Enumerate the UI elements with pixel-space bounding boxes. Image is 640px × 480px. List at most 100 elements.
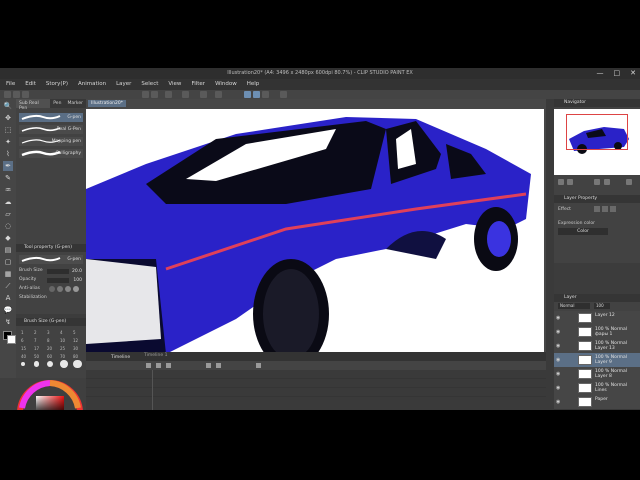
brush-size-option[interactable]: 12 <box>73 338 78 343</box>
rotate-icon[interactable] <box>604 179 610 185</box>
airbrush-icon[interactable]: ☁ <box>3 197 13 207</box>
pencil-tool-icon[interactable]: ✎ <box>3 173 13 183</box>
close-button[interactable]: ✕ <box>630 69 636 77</box>
brush-size-option[interactable]: 20 <box>47 346 52 351</box>
clear-icon[interactable] <box>165 91 172 98</box>
canvas-area[interactable]: Illustration20* <box>86 99 546 352</box>
fit-view-icon[interactable] <box>594 179 600 185</box>
brush-size-option[interactable]: 50 <box>34 354 39 359</box>
brush-size-option[interactable]: 3 <box>47 330 50 335</box>
zoom-in-icon[interactable] <box>567 179 573 185</box>
brush-real-g-pen[interactable]: Real G-Pen <box>19 125 83 134</box>
aa-medium-icon[interactable] <box>65 286 71 292</box>
snap-grid-icon[interactable] <box>253 91 260 98</box>
minimize-button[interactable]: — <box>597 69 604 77</box>
eyedropper-icon[interactable]: ⌇ <box>3 149 13 159</box>
redo-icon[interactable] <box>151 91 158 98</box>
onion-skin-icon[interactable] <box>256 363 261 368</box>
brush-size-option[interactable]: 17 <box>34 346 39 351</box>
menu-story[interactable]: Story(P) <box>46 79 68 90</box>
expression-color-select[interactable]: Color <box>558 228 608 235</box>
brush-size-option[interactable]: 1 <box>21 330 24 335</box>
layer-row[interactable]: ◉ Layer 12 <box>554 311 640 326</box>
eye-icon[interactable]: ◉ <box>556 357 562 363</box>
layer-row[interactable]: ◉ Paper <box>554 395 640 410</box>
layer-row[interactable]: ◉ 100 % Normal фары 1 <box>554 325 640 340</box>
snap-ruler-icon[interactable] <box>244 91 251 98</box>
zoom-tool-icon[interactable]: 🔍 <box>3 101 13 111</box>
ruler-tool-icon[interactable]: ⟋ <box>3 281 13 291</box>
selection-tool-icon[interactable]: ⬚ <box>3 125 13 135</box>
settings-icon[interactable] <box>280 91 287 98</box>
text-tool-icon[interactable]: A <box>3 293 13 303</box>
prop-opacity[interactable]: Opacity 100 <box>19 277 83 285</box>
prop-brush-size[interactable]: Brush Size 20.0 <box>19 268 83 276</box>
magic-wand-icon[interactable]: ✦ <box>3 137 13 147</box>
aa-weak-icon[interactable] <box>57 286 63 292</box>
tone-effect-icon[interactable] <box>602 206 608 212</box>
opacity-slider[interactable] <box>47 278 69 283</box>
prop-anti-alias[interactable]: Anti-alias <box>19 286 83 294</box>
frame-tool-icon[interactable]: ▦ <box>3 269 13 279</box>
layer-row[interactable]: ◉ 100 % Normal Layer 13 <box>554 339 640 354</box>
menu-file[interactable]: File <box>6 79 15 90</box>
timeline-tab[interactable]: Timeline <box>108 353 133 360</box>
navigator-view-frame[interactable] <box>566 114 628 150</box>
brush-size-option[interactable]: 4 <box>60 330 63 335</box>
menu-layer[interactable]: Layer <box>116 79 131 90</box>
layer-opacity-field[interactable]: 100 <box>594 303 610 309</box>
save-icon[interactable] <box>22 91 29 98</box>
brush-size-option[interactable]: 40 <box>21 354 26 359</box>
layer-row[interactable]: ◉ 100 % Normal Lines <box>554 381 640 396</box>
figure-tool-icon[interactable]: ▢ <box>3 257 13 267</box>
brush-size-option[interactable]: 7 <box>34 338 37 343</box>
prev-frame-icon[interactable] <box>156 363 161 368</box>
brush-size-slider[interactable] <box>47 269 69 274</box>
menu-filter[interactable]: Filter <box>191 79 205 90</box>
new-file-icon[interactable] <box>4 91 11 98</box>
brush-size-option[interactable]: 70 <box>60 354 65 359</box>
brush-size-dot[interactable] <box>60 360 68 368</box>
prop-stabilization[interactable]: Stabilization <box>19 295 83 303</box>
transform-icon[interactable] <box>182 91 189 98</box>
maximize-button[interactable]: □ <box>614 69 621 77</box>
eye-icon[interactable]: ◉ <box>556 371 562 377</box>
new-cel-icon[interactable] <box>206 363 211 368</box>
aa-none-icon[interactable] <box>49 286 55 292</box>
snap-special-icon[interactable] <box>262 91 269 98</box>
menu-edit[interactable]: Edit <box>25 79 36 90</box>
eraser-icon[interactable]: ▱ <box>3 209 13 219</box>
next-frame-icon[interactable] <box>166 363 171 368</box>
zoom-out-icon[interactable] <box>558 179 564 185</box>
brush-mapping-pen[interactable]: Mapping pen <box>19 137 83 146</box>
menu-select[interactable]: Select <box>141 79 158 90</box>
layer-row[interactable]: ◉ 100 % Normal Layer 9 <box>554 353 640 368</box>
gradient-tool-icon[interactable]: ▤ <box>3 245 13 255</box>
brush-g-pen[interactable]: G-pen <box>19 113 83 122</box>
timeline-track-row[interactable] <box>86 388 546 397</box>
brush-calligraphy[interactable]: Calligraphy <box>19 149 83 158</box>
brush-size-option[interactable]: 25 <box>60 346 65 351</box>
menu-help[interactable]: Help <box>247 79 260 90</box>
deselect-icon[interactable] <box>200 91 207 98</box>
brush-size-option[interactable]: 15 <box>21 346 26 351</box>
delete-cel-icon[interactable] <box>216 363 221 368</box>
eye-icon[interactable]: ◉ <box>556 399 562 405</box>
eye-icon[interactable]: ◉ <box>556 385 562 391</box>
blend-tool-icon[interactable]: ◌ <box>3 221 13 231</box>
color-wheel[interactable] <box>0 378 86 410</box>
balloon-tool-icon[interactable]: 💬 <box>3 305 13 315</box>
correct-line-icon[interactable]: ↯ <box>3 317 13 327</box>
menu-view[interactable]: View <box>168 79 181 90</box>
blend-mode-select[interactable]: Normal <box>558 303 590 309</box>
invert-selection-icon[interactable] <box>215 91 222 98</box>
layer-row[interactable]: ◉ 100 % Normal Layer 8 <box>554 367 640 382</box>
canvas-paper[interactable] <box>86 109 544 352</box>
brush-size-option[interactable]: 30 <box>73 346 78 351</box>
eye-icon[interactable]: ◉ <box>556 343 562 349</box>
pen-tool-icon[interactable]: ✒ <box>3 161 13 171</box>
menu-animation[interactable]: Animation <box>78 79 106 90</box>
brush-size-option[interactable]: 5 <box>73 330 76 335</box>
brush-size-dot[interactable] <box>47 360 54 368</box>
play-icon[interactable] <box>146 363 151 368</box>
